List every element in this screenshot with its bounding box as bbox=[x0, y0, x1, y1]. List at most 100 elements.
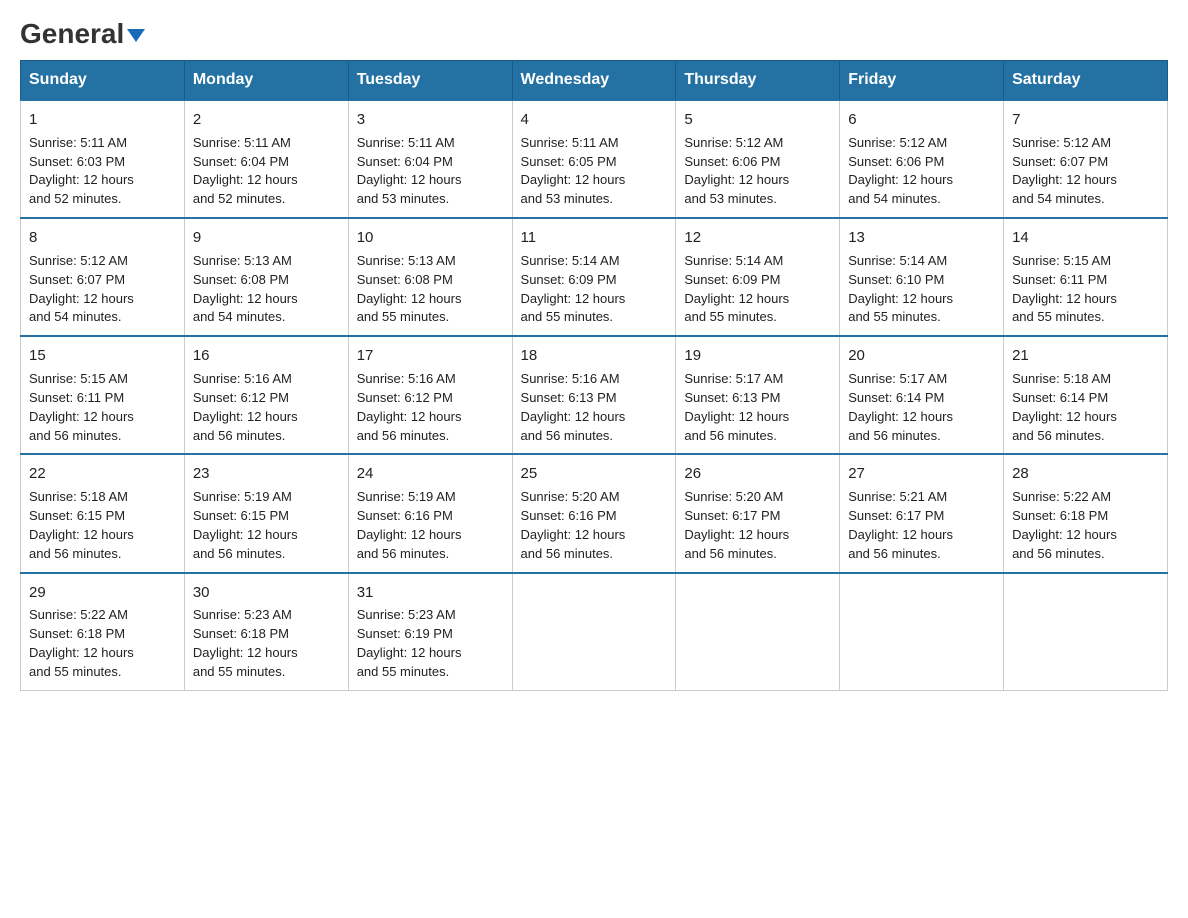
day-info: Sunrise: 5:19 AMSunset: 6:15 PMDaylight:… bbox=[193, 489, 298, 561]
day-header-monday: Monday bbox=[184, 61, 348, 101]
calendar-cell: 14 Sunrise: 5:15 AMSunset: 6:11 PMDayligh… bbox=[1004, 218, 1168, 336]
page-header: General bbox=[20, 20, 1168, 44]
calendar-cell: 29Sunrise: 5:22 AMSunset: 6:18 PMDayligh… bbox=[21, 573, 185, 691]
day-number: 3 bbox=[357, 109, 504, 131]
day-info: Sunrise: 5:14 AMSunset: 6:09 PMDaylight:… bbox=[521, 253, 626, 325]
day-number: 8 bbox=[29, 227, 176, 249]
day-header-friday: Friday bbox=[840, 61, 1004, 101]
day-number: 12 bbox=[684, 227, 831, 249]
day-number: 18 bbox=[521, 345, 668, 367]
day-info: Sunrise: 5:13 AMSunset: 6:08 PMDaylight:… bbox=[357, 253, 462, 325]
calendar-cell: 27Sunrise: 5:21 AMSunset: 6:17 PMDayligh… bbox=[840, 454, 1004, 572]
day-number: 5 bbox=[684, 109, 831, 131]
day-info: Sunrise: 5:11 AMSunset: 6:03 PMDaylight:… bbox=[29, 135, 134, 207]
calendar-cell: 16 Sunrise: 5:16 AMSunset: 6:12 PMDayligh… bbox=[184, 336, 348, 454]
calendar-cell: 11 Sunrise: 5:14 AMSunset: 6:09 PMDayligh… bbox=[512, 218, 676, 336]
day-number: 23 bbox=[193, 463, 340, 485]
day-info: Sunrise: 5:20 AMSunset: 6:17 PMDaylight:… bbox=[684, 489, 789, 561]
calendar-week-row: 22 Sunrise: 5:18 AMSunset: 6:15 PMDayligh… bbox=[21, 454, 1168, 572]
calendar-cell: 24 Sunrise: 5:19 AMSunset: 6:16 PMDayligh… bbox=[348, 454, 512, 572]
calendar-header-row: SundayMondayTuesdayWednesdayThursdayFrid… bbox=[21, 61, 1168, 101]
calendar-cell: 7 Sunrise: 5:12 AMSunset: 6:07 PMDaylight… bbox=[1004, 100, 1168, 218]
calendar-cell: 1 Sunrise: 5:11 AMSunset: 6:03 PMDaylight… bbox=[21, 100, 185, 218]
calendar-cell: 20 Sunrise: 5:17 AMSunset: 6:14 PMDayligh… bbox=[840, 336, 1004, 454]
day-header-wednesday: Wednesday bbox=[512, 61, 676, 101]
day-info: Sunrise: 5:19 AMSunset: 6:16 PMDaylight:… bbox=[357, 489, 462, 561]
day-info: Sunrise: 5:20 AMSunset: 6:16 PMDaylight:… bbox=[521, 489, 626, 561]
calendar-cell: 8 Sunrise: 5:12 AMSunset: 6:07 PMDaylight… bbox=[21, 218, 185, 336]
day-info: Sunrise: 5:23 AMSunset: 6:19 PMDaylight:… bbox=[357, 607, 462, 679]
day-number: 26 bbox=[684, 463, 831, 485]
day-number: 27 bbox=[848, 463, 995, 485]
calendar-cell bbox=[840, 573, 1004, 691]
day-number: 10 bbox=[357, 227, 504, 249]
calendar-cell: 3 Sunrise: 5:11 AMSunset: 6:04 PMDaylight… bbox=[348, 100, 512, 218]
calendar-cell: 31 Sunrise: 5:23 AMSunset: 6:19 PMDayligh… bbox=[348, 573, 512, 691]
day-number: 4 bbox=[521, 109, 668, 131]
day-header-thursday: Thursday bbox=[676, 61, 840, 101]
calendar-week-row: 15 Sunrise: 5:15 AMSunset: 6:11 PMDayligh… bbox=[21, 336, 1168, 454]
day-number: 1 bbox=[29, 109, 176, 131]
day-info: Sunrise: 5:11 AMSunset: 6:04 PMDaylight:… bbox=[357, 135, 462, 207]
day-info: Sunrise: 5:16 AMSunset: 6:13 PMDaylight:… bbox=[521, 371, 626, 443]
calendar-cell: 4 Sunrise: 5:11 AMSunset: 6:05 PMDaylight… bbox=[512, 100, 676, 218]
calendar-cell: 6 Sunrise: 5:12 AMSunset: 6:06 PMDaylight… bbox=[840, 100, 1004, 218]
calendar-cell: 9Sunrise: 5:13 AMSunset: 6:08 PMDaylight… bbox=[184, 218, 348, 336]
calendar-week-row: 8 Sunrise: 5:12 AMSunset: 6:07 PMDaylight… bbox=[21, 218, 1168, 336]
day-info: Sunrise: 5:15 AMSunset: 6:11 PMDaylight:… bbox=[29, 371, 134, 443]
calendar-cell: 23 Sunrise: 5:19 AMSunset: 6:15 PMDayligh… bbox=[184, 454, 348, 572]
day-info: Sunrise: 5:14 AMSunset: 6:10 PMDaylight:… bbox=[848, 253, 953, 325]
day-header-sunday: Sunday bbox=[21, 61, 185, 101]
day-header-saturday: Saturday bbox=[1004, 61, 1168, 101]
day-number: 6 bbox=[848, 109, 995, 131]
day-number: 17 bbox=[357, 345, 504, 367]
day-info: Sunrise: 5:17 AMSunset: 6:14 PMDaylight:… bbox=[848, 371, 953, 443]
calendar-cell: 22 Sunrise: 5:18 AMSunset: 6:15 PMDayligh… bbox=[21, 454, 185, 572]
calendar-cell: 30Sunrise: 5:23 AMSunset: 6:18 PMDayligh… bbox=[184, 573, 348, 691]
day-number: 14 bbox=[1012, 227, 1159, 249]
day-number: 16 bbox=[193, 345, 340, 367]
day-info: Sunrise: 5:16 AMSunset: 6:12 PMDaylight:… bbox=[357, 371, 462, 443]
day-number: 20 bbox=[848, 345, 995, 367]
day-number: 19 bbox=[684, 345, 831, 367]
day-number: 22 bbox=[29, 463, 176, 485]
day-number: 11 bbox=[521, 227, 668, 249]
day-number: 2 bbox=[193, 109, 340, 131]
calendar-cell: 19 Sunrise: 5:17 AMSunset: 6:13 PMDayligh… bbox=[676, 336, 840, 454]
day-info: Sunrise: 5:16 AMSunset: 6:12 PMDaylight:… bbox=[193, 371, 298, 443]
calendar-cell: 26 Sunrise: 5:20 AMSunset: 6:17 PMDayligh… bbox=[676, 454, 840, 572]
day-number: 24 bbox=[357, 463, 504, 485]
logo-text-general: General bbox=[20, 20, 124, 48]
day-number: 7 bbox=[1012, 109, 1159, 131]
calendar-cell bbox=[512, 573, 676, 691]
calendar-cell: 15 Sunrise: 5:15 AMSunset: 6:11 PMDayligh… bbox=[21, 336, 185, 454]
day-info: Sunrise: 5:22 AMSunset: 6:18 PMDaylight:… bbox=[29, 607, 134, 679]
day-info: Sunrise: 5:18 AMSunset: 6:15 PMDaylight:… bbox=[29, 489, 134, 561]
day-info: Sunrise: 5:12 AMSunset: 6:06 PMDaylight:… bbox=[684, 135, 789, 207]
calendar-week-row: 1 Sunrise: 5:11 AMSunset: 6:03 PMDaylight… bbox=[21, 100, 1168, 218]
calendar-cell: 25Sunrise: 5:20 AMSunset: 6:16 PMDayligh… bbox=[512, 454, 676, 572]
day-info: Sunrise: 5:11 AMSunset: 6:05 PMDaylight:… bbox=[521, 135, 626, 207]
day-info: Sunrise: 5:23 AMSunset: 6:18 PMDaylight:… bbox=[193, 607, 298, 679]
day-info: Sunrise: 5:15 AMSunset: 6:11 PMDaylight:… bbox=[1012, 253, 1117, 325]
calendar-table: SundayMondayTuesdayWednesdayThursdayFrid… bbox=[20, 60, 1168, 691]
calendar-cell bbox=[1004, 573, 1168, 691]
calendar-cell: 28Sunrise: 5:22 AMSunset: 6:18 PMDayligh… bbox=[1004, 454, 1168, 572]
day-number: 9 bbox=[193, 227, 340, 249]
day-number: 15 bbox=[29, 345, 176, 367]
day-info: Sunrise: 5:18 AMSunset: 6:14 PMDaylight:… bbox=[1012, 371, 1117, 443]
calendar-cell: 18 Sunrise: 5:16 AMSunset: 6:13 PMDayligh… bbox=[512, 336, 676, 454]
calendar-cell: 21 Sunrise: 5:18 AMSunset: 6:14 PMDayligh… bbox=[1004, 336, 1168, 454]
day-info: Sunrise: 5:12 AMSunset: 6:06 PMDaylight:… bbox=[848, 135, 953, 207]
calendar-cell: 17 Sunrise: 5:16 AMSunset: 6:12 PMDayligh… bbox=[348, 336, 512, 454]
day-info: Sunrise: 5:17 AMSunset: 6:13 PMDaylight:… bbox=[684, 371, 789, 443]
day-header-tuesday: Tuesday bbox=[348, 61, 512, 101]
day-number: 21 bbox=[1012, 345, 1159, 367]
day-info: Sunrise: 5:11 AMSunset: 6:04 PMDaylight:… bbox=[193, 135, 298, 207]
day-number: 31 bbox=[357, 582, 504, 604]
calendar-cell: 2 Sunrise: 5:11 AMSunset: 6:04 PMDaylight… bbox=[184, 100, 348, 218]
day-info: Sunrise: 5:14 AMSunset: 6:09 PMDaylight:… bbox=[684, 253, 789, 325]
day-info: Sunrise: 5:12 AMSunset: 6:07 PMDaylight:… bbox=[29, 253, 134, 325]
calendar-cell: 5 Sunrise: 5:12 AMSunset: 6:06 PMDaylight… bbox=[676, 100, 840, 218]
day-info: Sunrise: 5:12 AMSunset: 6:07 PMDaylight:… bbox=[1012, 135, 1117, 207]
